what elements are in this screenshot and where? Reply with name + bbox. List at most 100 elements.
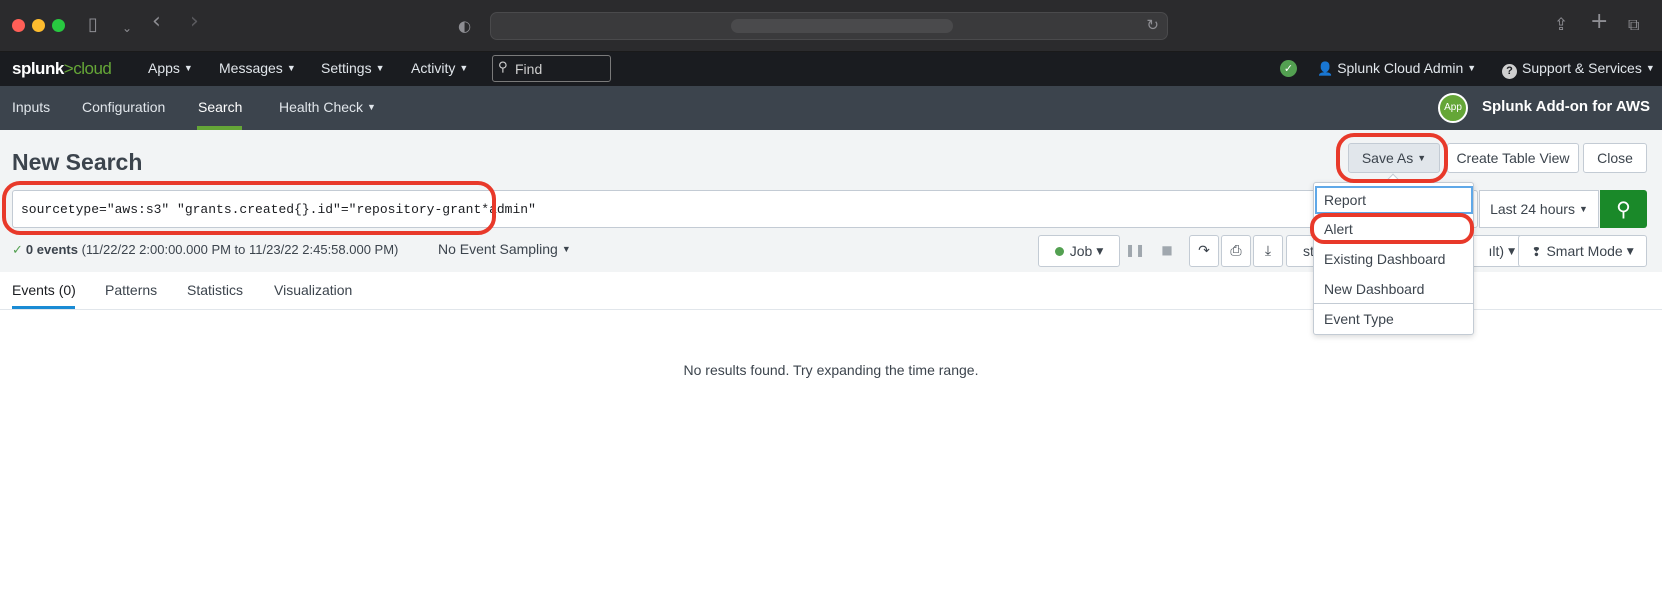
app-nav-search[interactable]: Search [198,99,242,115]
apps-menu-label: Apps [148,60,180,76]
support-menu-label: Support & Services [1522,60,1642,76]
save-as-label: Save As [1361,150,1414,166]
app-nav-configuration[interactable]: Configuration [82,99,165,115]
splunk-top-nav: splunk>cloud Apps ▼ Messages ▼ Settings ▼ A… [0,52,1662,86]
search-mode-partial-button[interactable]: st [1286,235,1316,267]
search-status: ✓ 0 events (11/22/22 2:00:00.000 PM to 11… [12,242,398,258]
maximize-window-button[interactable] [52,19,65,32]
time-range-label: Last 24 hours [1490,201,1575,217]
smart-mode-label: Smart Mode [1546,243,1623,259]
menu-item-report[interactable]: Report [1315,186,1473,214]
tab-patterns[interactable]: Patterns [105,282,157,298]
find-input[interactable] [515,59,605,78]
caret-down-icon: ▼ [1417,153,1427,163]
app-badge-icon: App [1438,93,1468,123]
export-button[interactable]: ⤓ [1253,235,1283,267]
minimize-window-button[interactable] [32,19,45,32]
messages-menu[interactable]: Messages ▼ [219,60,296,76]
url-text-redacted [731,19,953,33]
time-range-picker[interactable]: Last 24 hours ▼ [1479,190,1599,228]
user-menu-label: Splunk Cloud Admin [1337,60,1464,76]
search-query-text[interactable]: sourcetype="aws:s3" "grants.created{}.id… [21,202,536,217]
caret-down-icon: ▼ [1645,63,1655,73]
chevron-down-icon[interactable]: ⌄ [122,17,132,39]
search-icon: ⚲ [498,60,508,75]
logo-accent-text: >cloud [63,59,112,78]
time-range-text: (11/22/22 2:00:00.000 PM to 11/23/22 2:4… [81,242,399,257]
messages-menu-label: Messages [219,60,283,76]
user-menu[interactable]: 👤 Splunk Cloud Admin ▼ [1317,60,1476,77]
menu-item-new-dashboard[interactable]: New Dashboard [1315,275,1473,303]
apps-menu[interactable]: Apps ▼ [148,60,193,76]
menu-item-alert[interactable]: Alert [1315,215,1473,243]
job-label: Job [1069,243,1093,259]
no-results-message: No results found. Try expanding the time… [683,362,979,378]
address-bar[interactable]: ↻ [490,12,1168,40]
tab-overview-icon[interactable]: ⧉ [1628,14,1639,36]
tab-statistics[interactable]: Statistics [187,282,243,298]
check-icon: ✓ [12,243,23,258]
settings-menu-label: Settings [321,60,372,76]
shield-icon[interactable]: ◐ [458,15,471,37]
logo-main-text: splunk [12,59,64,78]
find-box[interactable]: ⚲ [492,55,611,82]
caret-down-icon: ▼ [286,63,296,73]
search-bar[interactable]: sourcetype="aws:s3" "grants.created{}.id… [12,190,1478,228]
pause-button[interactable]: ❚❚ [1124,235,1146,267]
menu-item-event-type[interactable]: Event Type [1315,305,1473,333]
app-bar: Inputs Configuration Search Health Check… [0,86,1662,130]
user-icon: 👤 [1317,62,1334,77]
tab-events[interactable]: Events (0) [12,282,76,298]
page-title: New Search [12,149,143,175]
sidebar-toggle-icon[interactable]: ▯ [88,14,98,36]
support-menu[interactable]: ? Support & Services ▼ [1502,60,1655,79]
save-as-button[interactable]: Save As ▼ [1348,143,1440,173]
partial-label-right: ılt) [1488,243,1505,259]
health-ok-icon[interactable]: ✓ [1280,60,1297,77]
smart-mode-button[interactable]: ❢ Smart Mode ▼ [1518,235,1647,267]
menu-item-existing-dashboard[interactable]: Existing Dashboard [1315,245,1473,273]
job-menu-button[interactable]: Job ▼ [1038,235,1120,267]
event-sampling-menu[interactable]: No Event Sampling ▼ [438,241,571,257]
caret-down-icon: ▼ [367,102,376,112]
bulb-icon: ❢ [1531,245,1542,259]
event-count: 0 events [25,242,78,257]
reload-icon[interactable]: ↻ [1146,16,1159,34]
menu-divider [1314,303,1473,304]
download-icon: ⤓ [1264,243,1272,259]
tab-visualization[interactable]: Visualization [274,282,352,298]
caret-down-icon: ▼ [1467,63,1477,73]
app-nav-health-check[interactable]: Health Check ▼ [279,99,376,115]
new-tab-icon[interactable]: + [1590,11,1608,33]
share-button[interactable]: ↷ [1189,235,1219,267]
activity-menu-label: Activity [411,60,456,76]
splunk-logo[interactable]: splunk>cloud [12,59,112,79]
share-icon: ↷ [1198,243,1210,259]
caret-down-icon: ▼ [1096,247,1104,257]
create-table-view-button[interactable]: Create Table View [1447,143,1579,173]
settings-menu[interactable]: Settings ▼ [321,60,385,76]
print-button[interactable]: ⎙ [1221,235,1251,267]
activity-menu[interactable]: Activity ▼ [411,60,468,76]
print-icon: ⎙ [1230,243,1242,259]
close-window-button[interactable] [12,19,25,32]
stop-button[interactable]: ■ [1156,235,1178,267]
run-search-button[interactable]: ⚲ [1600,190,1647,228]
caret-down-icon: ▼ [459,63,469,73]
caret-down-icon: ▼ [1578,204,1588,214]
save-as-dropdown: Report Alert Existing Dashboard New Dash… [1313,182,1474,335]
app-title: Splunk Add-on for AWS [1482,98,1651,115]
search-icon: ⚲ [1616,197,1631,221]
caret-down-icon: ▼ [1626,247,1634,257]
caret-down-icon: ▼ [183,63,193,73]
back-icon[interactable]: ‹ [152,11,161,33]
share-icon[interactable]: ⇪ [1554,14,1568,36]
help-icon: ? [1502,64,1517,79]
browser-toolbar: ▯ ⌄ ‹ › ◐ ↻ ⇪ + ⧉ [0,0,1662,52]
close-button[interactable]: Close [1583,143,1647,173]
forward-icon[interactable]: › [190,11,199,33]
health-check-label: Health Check [279,99,364,115]
caret-down-icon: ▼ [561,244,571,254]
app-nav-inputs[interactable]: Inputs [12,99,50,115]
caret-down-icon: ▼ [1508,247,1515,257]
